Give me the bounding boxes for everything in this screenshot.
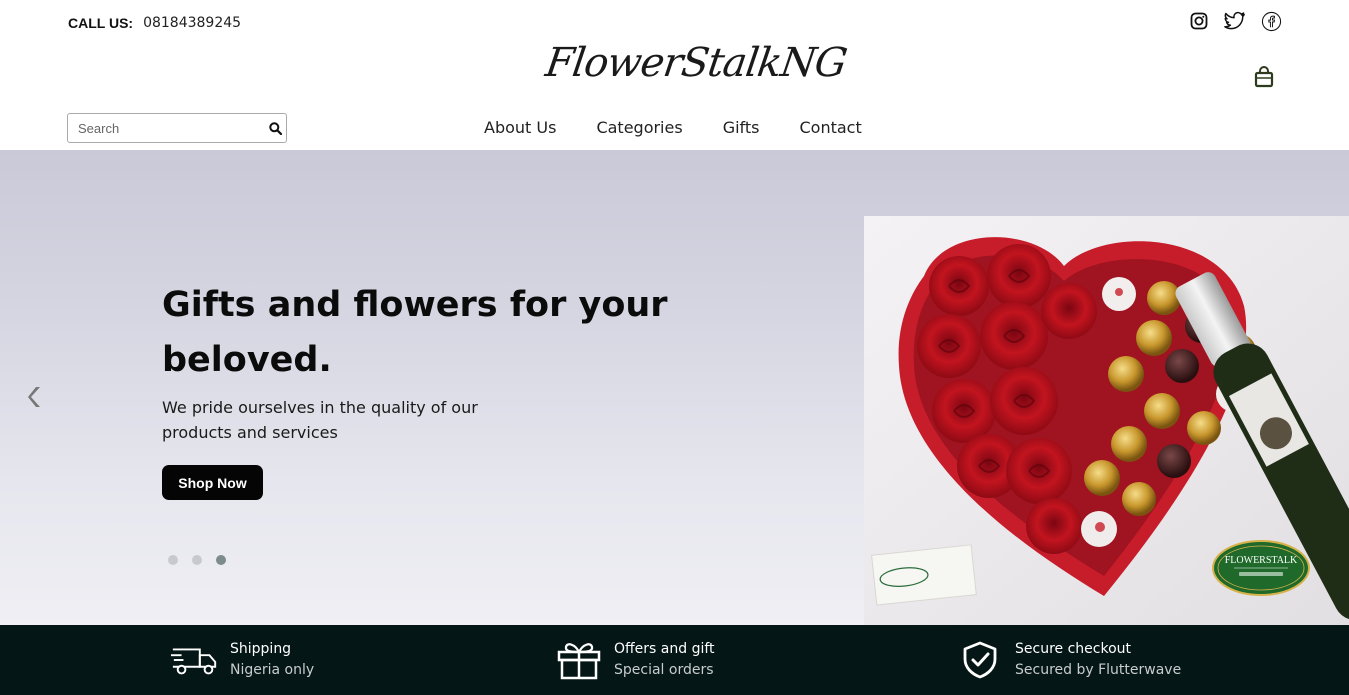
- truck-icon: [170, 640, 220, 680]
- feature-title: Shipping: [230, 641, 292, 657]
- site-logo[interactable]: FlowerStalkNG: [541, 40, 849, 100]
- search-input[interactable]: [68, 114, 264, 142]
- nav-item-about-us[interactable]: About Us: [484, 118, 556, 137]
- feature-shipping: Shipping Nigeria only: [170, 639, 314, 681]
- call-us: CALL US: 08184389245: [68, 15, 241, 31]
- instagram-icon[interactable]: [1188, 10, 1210, 32]
- main-nav: About Us Categories Gifts Contact: [484, 118, 862, 137]
- search-icon[interactable]: [264, 114, 286, 142]
- nav-item-gifts[interactable]: Gifts: [723, 118, 760, 137]
- hero-subtitle: We pride ourselves in the quality of our…: [162, 398, 478, 442]
- rose-heart-box-illustration: FLOWERSTALK: [864, 216, 1349, 625]
- gift-icon: [554, 640, 604, 680]
- carousel-dot-3[interactable]: [216, 555, 226, 565]
- feature-subtitle: Nigeria only: [230, 662, 315, 678]
- badge-brand: FLOWERSTALK: [1225, 555, 1298, 566]
- nav-item-categories[interactable]: Categories: [596, 118, 682, 137]
- feature-secure-checkout: Secure checkout Secured by Flutterwave: [955, 639, 1181, 681]
- social-links: [1188, 10, 1282, 32]
- feature-title: Secure checkout: [1015, 641, 1131, 657]
- carousel-dot-1[interactable]: [168, 555, 178, 565]
- search-box: [67, 113, 287, 143]
- feature-offers: Offers and gift Special orders: [554, 639, 715, 681]
- feature-title: Offers and gift: [614, 641, 715, 657]
- shopping-bag-icon[interactable]: [1254, 66, 1274, 88]
- shield-check-icon: [955, 640, 1005, 680]
- twitter-icon[interactable]: [1224, 10, 1246, 32]
- hero-title: Gifts and flowers for your beloved.: [162, 285, 668, 380]
- carousel-dot-2[interactable]: [192, 555, 202, 565]
- hero-image: FLOWERSTALK: [864, 216, 1349, 625]
- carousel-dots: [168, 555, 226, 565]
- site-header: CALL US: 08184389245 FlowerStalkNG About…: [0, 0, 1349, 150]
- feature-subtitle: Secured by Flutterwave: [1015, 662, 1182, 678]
- feature-subtitle: Special orders: [614, 662, 714, 678]
- features-bar: Shipping Nigeria only Offers and gift Sp…: [0, 625, 1349, 695]
- chevron-left-icon[interactable]: [26, 382, 44, 412]
- shop-now-button[interactable]: Shop Now: [162, 465, 263, 500]
- nav-item-contact[interactable]: Contact: [800, 118, 862, 137]
- call-us-number[interactable]: 08184389245: [143, 15, 241, 31]
- hero-carousel: Gifts and flowers for your beloved. We p…: [0, 150, 1349, 625]
- facebook-icon[interactable]: [1260, 10, 1282, 32]
- call-us-label: CALL US:: [68, 15, 134, 31]
